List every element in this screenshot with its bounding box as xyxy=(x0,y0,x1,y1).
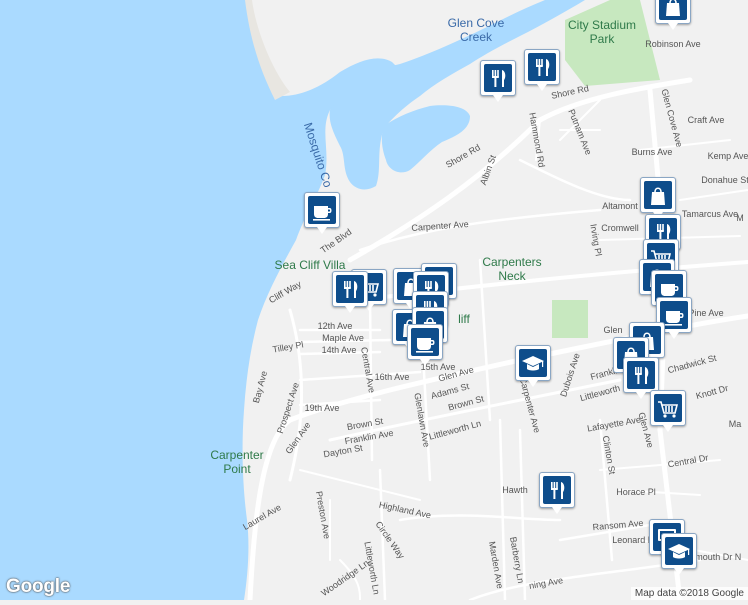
google-logo: Google xyxy=(6,576,71,597)
shopping-bag-icon xyxy=(644,181,672,209)
park-square xyxy=(552,300,588,338)
restaurant-icon xyxy=(627,361,655,389)
poi-marker-restaurant[interactable] xyxy=(332,271,368,313)
poi-marker-school[interactable] xyxy=(661,533,697,575)
city-stadium-park xyxy=(565,0,660,86)
inlet xyxy=(329,0,585,190)
cafe-icon xyxy=(411,328,439,356)
poi-marker-shopping-bag[interactable] xyxy=(640,177,676,219)
poi-marker-cafe[interactable] xyxy=(407,324,443,366)
poi-marker-shopping-bag[interactable] xyxy=(655,0,691,30)
poi-marker-restaurant[interactable] xyxy=(539,472,575,514)
poi-marker-cafe[interactable] xyxy=(304,192,340,234)
restaurant-icon xyxy=(336,275,364,303)
shopping-bag-icon xyxy=(659,0,687,20)
poi-marker-grocery-cart[interactable] xyxy=(650,390,686,432)
grocery-cart-icon xyxy=(654,394,682,422)
restaurant-icon xyxy=(528,53,556,81)
poi-marker-restaurant[interactable] xyxy=(524,49,560,91)
poi-marker-restaurant[interactable] xyxy=(623,357,659,399)
poi-marker-restaurant[interactable] xyxy=(480,60,516,102)
restaurant-icon xyxy=(543,476,571,504)
map-canvas[interactable]: Glen Cove Creek Mosquito Co City Stadium Par… xyxy=(0,0,748,603)
school-icon xyxy=(665,537,693,565)
map-attribution: Map data ©2018 Google xyxy=(630,587,748,600)
restaurant-icon xyxy=(484,64,512,92)
poi-marker-school[interactable] xyxy=(515,345,551,387)
school-icon xyxy=(519,349,547,377)
cafe-icon xyxy=(308,196,336,224)
